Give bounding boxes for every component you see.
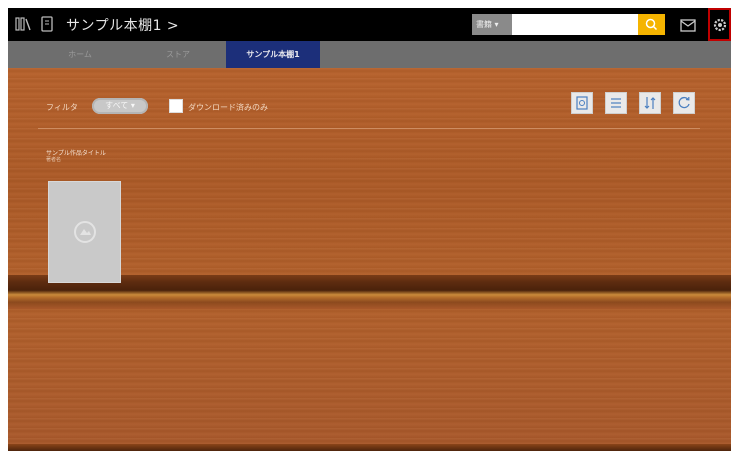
refresh-icon	[678, 96, 690, 109]
search-icon	[645, 18, 658, 31]
toolbar-divider	[38, 128, 700, 129]
book-author: 著者名	[46, 157, 62, 163]
search-button[interactable]	[638, 14, 665, 35]
mail-icon[interactable]	[680, 17, 696, 36]
book-icon[interactable]	[38, 15, 56, 33]
filter-select[interactable]: すべて ▾	[92, 98, 148, 114]
top-bar: サンプル本棚1 > 書籍 ▾	[8, 8, 731, 41]
downloaded-only-checkbox[interactable]	[169, 99, 183, 113]
bookshelf-area: フィルタ すべて ▾ ダウンロード済みのみ サンプル作品タイトル 著者名	[8, 68, 731, 451]
list-view-button[interactable]	[605, 92, 627, 114]
cover-view-button[interactable]	[571, 92, 593, 114]
search-input[interactable]	[512, 14, 638, 35]
filter-toolbar: フィルタ すべて ▾ ダウンロード済みのみ	[8, 68, 731, 128]
page-title[interactable]: サンプル本棚1 >	[66, 15, 179, 35]
bottom-edge	[8, 444, 731, 451]
list-icon	[611, 98, 621, 108]
filter-label: フィルタ	[46, 103, 78, 112]
cover-grid-icon	[576, 96, 588, 110]
no-image-icon	[73, 221, 96, 243]
downloaded-only-label: ダウンロード済みのみ	[188, 103, 268, 112]
refresh-button[interactable]	[673, 92, 695, 114]
tab-sample-shelf[interactable]: サンプル本棚1	[226, 41, 320, 68]
search-category-select[interactable]: 書籍 ▾	[472, 14, 512, 35]
app-window: サンプル本棚1 > 書籍 ▾ ホーム ストア サンプル本棚1 フィルタ すべて …	[8, 8, 731, 451]
tab-store[interactable]: ストア	[130, 41, 226, 68]
sort-button[interactable]	[639, 92, 661, 114]
gear-icon	[713, 18, 727, 32]
bookshelf-icon[interactable]	[14, 15, 32, 33]
tab-bar: ホーム ストア サンプル本棚1	[8, 41, 731, 68]
settings-button[interactable]	[708, 8, 731, 41]
tab-home[interactable]: ホーム	[38, 41, 122, 68]
sort-icon	[644, 97, 656, 109]
book-cover[interactable]	[48, 181, 121, 283]
